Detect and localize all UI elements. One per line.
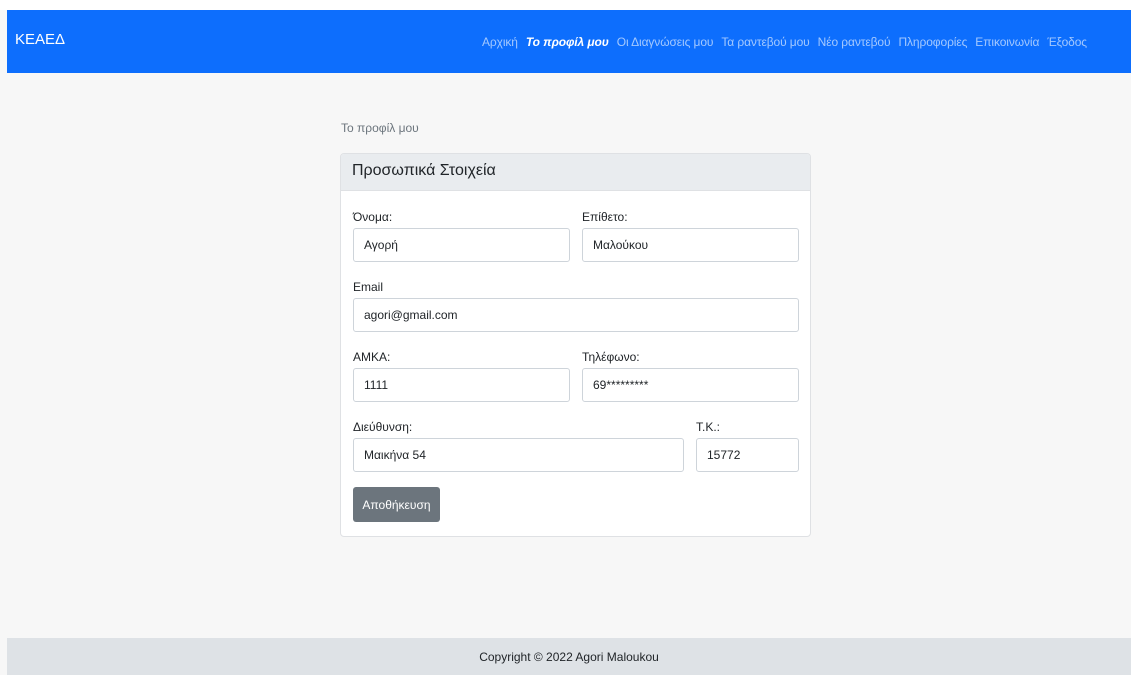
nav-links: Αρχική Το προφίλ μου Οι Διαγνώσεις μου Τ…	[482, 10, 1087, 73]
phone-input[interactable]: 69*********	[582, 368, 799, 402]
first-name-input[interactable]: Αγορή	[353, 228, 570, 262]
footer-copyright: Copyright © 2022 Agori Maloukou	[479, 649, 659, 664]
first-name-label: Όνομα:	[353, 210, 393, 224]
footer: Copyright © 2022 Agori Maloukou	[7, 638, 1131, 675]
nav-link-appointments[interactable]: Τα ραντεβού μου	[721, 35, 809, 49]
breadcrumb: Το προφίλ μου	[341, 121, 419, 135]
nav-link-logout[interactable]: Έξοδος	[1047, 35, 1087, 49]
last-name-label: Επίθετο:	[582, 210, 628, 224]
nav-link-home[interactable]: Αρχική	[482, 35, 518, 49]
nav-link-contact[interactable]: Επικοινωνία	[975, 35, 1039, 49]
address-label: Διεύθυνση:	[353, 420, 413, 434]
amka-label: ΑΜΚΑ:	[353, 350, 391, 364]
amka-input[interactable]: 1111	[353, 368, 570, 402]
email-label: Email	[353, 280, 384, 294]
nav-link-profile[interactable]: Το προφίλ μου	[526, 35, 609, 49]
navbar-brand[interactable]: ΚΕΑΕΔ	[15, 31, 65, 48]
postal-code-label: Τ.Κ.:	[696, 420, 721, 434]
email-input[interactable]: agori@gmail.com	[353, 298, 799, 332]
nav-link-info[interactable]: Πληροφορίες	[898, 35, 967, 49]
last-name-input[interactable]: Μαλούκου	[582, 228, 799, 262]
postal-code-input[interactable]: 15772	[696, 438, 799, 472]
page: ΚΕΑΕΔ Αρχική Το προφίλ μου Οι Διαγνώσεις…	[0, 0, 1131, 675]
navbar: ΚΕΑΕΔ Αρχική Το προφίλ μου Οι Διαγνώσεις…	[7, 10, 1131, 73]
address-input[interactable]: Μαικήνα 54	[353, 438, 684, 472]
profile-card: Προσωπικά Στοιχεία Όνομα: Αγορή Επίθετο:…	[340, 153, 811, 537]
phone-label: Τηλέφωνο:	[582, 350, 640, 364]
nav-link-diagnoses[interactable]: Οι Διαγνώσεις μου	[617, 35, 714, 49]
top-strip	[0, 0, 1131, 10]
card-title: Προσωπικά Στοιχεία	[341, 154, 810, 191]
nav-link-new-appointment[interactable]: Νέο ραντεβού	[818, 35, 891, 49]
save-button[interactable]: Αποθήκευση	[353, 487, 440, 522]
